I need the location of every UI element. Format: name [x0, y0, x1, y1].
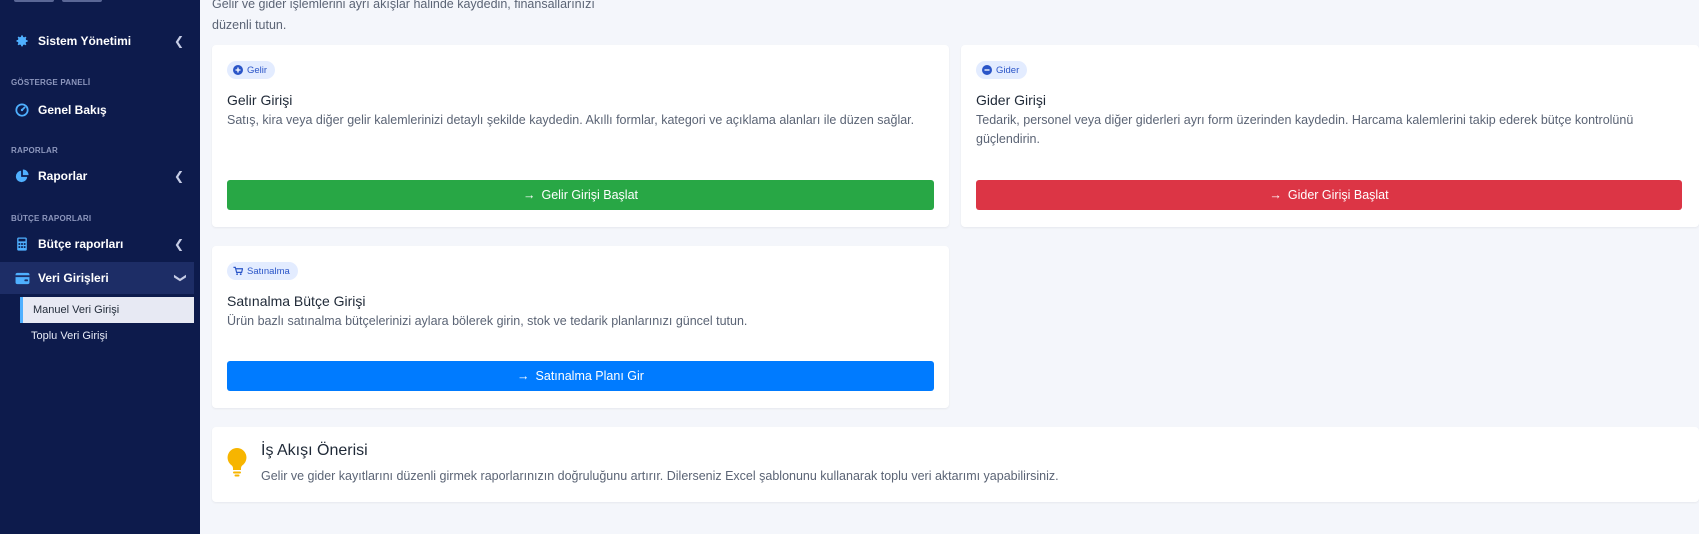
sidebar-item-genel-bakis[interactable]: Genel Bakış: [0, 94, 194, 126]
sidebar-subitem-manuel-veri-girisi[interactable]: Manuel Veri Girişi: [20, 297, 194, 323]
arrow-right-icon: →: [517, 369, 530, 383]
badge-label: Gider: [996, 64, 1020, 76]
pie-chart-icon: [14, 168, 30, 184]
tip-text: Gelir ve gider kayıtlarını düzenli girme…: [261, 469, 1059, 483]
card-description: Ürün bazlı satınalma bütçelerinizi aylar…: [227, 314, 748, 328]
chevron-down-icon: ❮: [171, 272, 186, 284]
badge-label: Gelir: [247, 64, 268, 76]
card-workflow-tip: İş Akışı Önerisi Gelir ve gider kayıtlar…: [212, 427, 1699, 502]
chevron-left-icon: ❮: [173, 169, 184, 183]
card-title: Gelir Girişi: [227, 92, 293, 108]
button-label: Satınalma Planı Gir: [535, 369, 644, 383]
minus-circle-icon: [982, 65, 992, 75]
badge-satinalma: Satınalma: [227, 262, 298, 280]
card-description: Tedarik, personel veya diğer giderleri a…: [976, 113, 1634, 146]
satinalma-plani-gir-button[interactable]: → Satınalma Planı Gir: [227, 361, 934, 391]
intro-line-1: Gelir ve gider işlemlerini ayrı akışlar …: [212, 0, 595, 11]
gider-girisi-baslat-button[interactable]: → Gider Girişi Başlat: [976, 180, 1682, 210]
wallet-icon: [14, 270, 30, 286]
tip-title: İş Akışı Önerisi: [261, 442, 368, 459]
sidebar-item-butce-raporlari[interactable]: Bütçe raporları ❮: [0, 228, 194, 260]
sidebar: Sistem Yönetimi ❮ GÖSTERGE PANELİ Genel …: [0, 0, 200, 534]
sidebar-item-raporlar[interactable]: Raporlar ❮: [0, 160, 194, 192]
card-gelir: Gelir Gelir Girişi Satış, kira veya diğe…: [212, 45, 949, 227]
dashboard-gauge-icon: [14, 102, 30, 118]
sidebar-item-label: Raporlar: [38, 169, 88, 183]
section-title-raporlar: RAPORLAR: [11, 146, 58, 155]
card-satinalma: Satınalma Satınalma Bütçe Girişi Ürün ba…: [212, 246, 949, 408]
sidebar-item-label: Genel Bakış: [38, 103, 107, 117]
intro-line-2: düzenli tutun.: [212, 18, 287, 32]
section-title-butce: BÜTÇE RAPORLARI: [11, 214, 92, 223]
plus-circle-icon: [233, 65, 243, 75]
arrow-right-icon: →: [522, 188, 536, 202]
sidebar-item-sistem-yonetimi[interactable]: Sistem Yönetimi ❮: [0, 25, 194, 57]
sidebar-item-label: Veri Girişleri: [38, 271, 109, 285]
calculator-icon: [14, 236, 30, 252]
button-label: Gider Girişi Başlat: [1287, 188, 1389, 202]
button-label: Gelir Girişi Başlat: [541, 188, 639, 202]
sidebar-subitem-toplu-veri-girisi[interactable]: Toplu Veri Girişi: [20, 323, 194, 349]
card-title: Satınalma Bütçe Girişi: [227, 293, 366, 309]
chevron-left-icon: ❮: [173, 237, 184, 251]
sidebar-item-label: Sistem Yönetimi: [38, 34, 132, 48]
cart-icon: [233, 266, 243, 276]
badge-gider: Gider: [976, 61, 1028, 79]
sidebar-item-veri-girisleri[interactable]: Veri Girişleri ❮: [0, 262, 194, 294]
sidebar-top-remnant: [14, 0, 144, 4]
card-gider: Gider Gider Girişi Tedarik, personel vey…: [961, 45, 1699, 227]
card-title: Gider Girişi: [976, 92, 1047, 108]
card-description: Satış, kira veya diğer gelir kalemlerini…: [227, 113, 915, 127]
gear-icon: [14, 33, 30, 49]
section-title-gosterge: GÖSTERGE PANELİ: [11, 78, 91, 87]
arrow-right-icon: →: [1269, 188, 1282, 202]
chevron-left-icon: ❮: [173, 34, 184, 48]
sidebar-item-label: Bütçe raporları: [38, 237, 124, 251]
lightbulb-icon: [226, 447, 248, 482]
badge-label: Satınalma: [247, 265, 290, 277]
gelir-girisi-baslat-button[interactable]: → Gelir Girişi Başlat: [227, 180, 934, 210]
page-intro: Gelir ve gider işlemlerini ayrı akışlar …: [212, 0, 595, 36]
badge-gelir: Gelir: [227, 61, 276, 79]
